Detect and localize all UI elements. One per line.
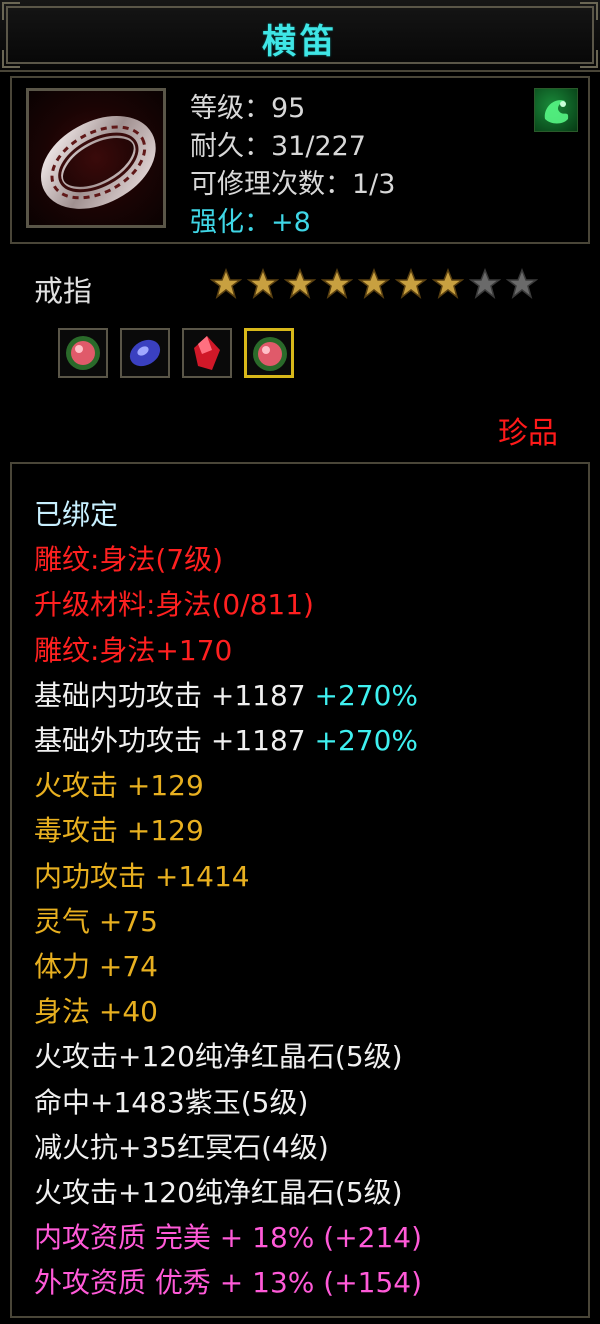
durability-stat: 耐久：31/227: [190, 131, 366, 162]
attribute-line: 体力 +74: [34, 944, 422, 989]
red-crystal-gem-icon[interactable]: [182, 328, 232, 378]
star-empty-icon: [506, 268, 538, 299]
attribute-text: 命中+1483紫玉(5级): [34, 1085, 309, 1119]
attribute-text: 减火抗+35红冥石(4级): [34, 1130, 329, 1164]
item-type: 戒指: [34, 274, 93, 308]
star-empty-icon: [469, 268, 501, 299]
attribute-text: 体力 +74: [34, 950, 158, 984]
item-stats: 等级：95 耐久：31/227 可修理次数：1/3 强化：+8: [190, 90, 395, 242]
attribute-text: 灵气 +75: [34, 904, 158, 938]
star-rating: [210, 268, 538, 300]
attribute-line: 火攻击+120纯净红晶石(5级): [34, 1034, 422, 1079]
silver-ring-icon: [26, 88, 166, 228]
attribute-line: 已绑定: [34, 492, 422, 537]
item-tooltip: 横笛 等级：95 耐久：31/227 可修理次数：1/3 强化：+8 戒指 珍品…: [0, 0, 600, 1324]
purple-jade-gem-icon[interactable]: [120, 328, 170, 378]
attribute-line: 雕纹:身法+170: [34, 628, 422, 673]
star-filled-icon: [432, 268, 464, 299]
attribute-text: 火攻击+120纯净红晶石(5级): [34, 1176, 403, 1210]
star-filled-icon: [247, 268, 279, 299]
attribute-text: 火攻击+120纯净红晶石(5级): [34, 1040, 403, 1074]
attribute-bonus-percent: +270%: [305, 678, 419, 712]
attribute-line: 基础外功攻击 +1187 +270%: [34, 718, 422, 763]
red-green-gem-icon[interactable]: [244, 328, 294, 378]
repair-count-stat: 可修理次数：1/3: [190, 169, 396, 200]
attribute-text: 基础内功攻击 +1187: [34, 678, 306, 712]
attribute-text: 基础外功攻击 +1187: [34, 724, 306, 758]
attribute-text: 内攻资质 完美 + 18% (+214): [34, 1221, 423, 1255]
attribute-line: 灵气 +75: [34, 899, 422, 944]
attribute-text: 毒攻击 +129: [34, 814, 204, 848]
attribute-text: 已绑定: [34, 498, 119, 531]
star-filled-icon: [284, 268, 316, 299]
attribute-text: 雕纹:身法(7级): [34, 543, 224, 577]
attribute-line: 雕纹:身法(7级): [34, 537, 422, 582]
attribute-line: 基础内功攻击 +1187 +270%: [34, 673, 422, 718]
attribute-line: 升级材料:身法(0/811): [34, 582, 422, 627]
attribute-line: 身法 +40: [34, 989, 422, 1034]
attribute-bonus-percent: +270%: [305, 724, 419, 758]
attribute-text: 火攻击 +129: [34, 769, 204, 803]
attribute-line: 内攻资质 完美 + 18% (+214): [34, 1215, 422, 1260]
green-dragon-emblem-icon: [534, 88, 578, 132]
attribute-line: 命中+1483紫玉(5级): [34, 1080, 422, 1125]
title-bar: 横笛: [0, 0, 600, 72]
level-stat: 等级：95: [190, 93, 306, 124]
attribute-text: 外攻资质 优秀 + 13% (+154): [34, 1266, 423, 1300]
attribute-text: 升级材料:身法(0/811): [34, 588, 314, 622]
attribute-text: 雕纹:身法+170: [34, 633, 233, 667]
attribute-line: 毒攻击 +129: [34, 808, 422, 853]
attribute-text: 内功攻击 +1414: [34, 859, 250, 893]
attribute-line: 减火抗+35红冥石(4级): [34, 1125, 422, 1170]
attribute-line: 内功攻击 +1414: [34, 854, 422, 899]
item-summary-panel: 等级：95 耐久：31/227 可修理次数：1/3 强化：+8: [10, 76, 590, 244]
gem-sockets: [58, 328, 294, 378]
attribute-list: 已绑定雕纹:身法(7级) 升级材料:身法(0/811) 雕纹:身法+170 基础内功攻…: [34, 492, 422, 1306]
rarity-label: 珍品: [498, 416, 558, 451]
attribute-line: 火攻击+120纯净红晶石(5级): [34, 1170, 422, 1215]
attribute-text: 身法 +40: [34, 995, 158, 1029]
star-filled-icon: [395, 268, 427, 299]
red-green-gem-icon[interactable]: [58, 328, 108, 378]
star-filled-icon: [210, 268, 242, 299]
star-filled-icon: [321, 268, 353, 299]
star-filled-icon: [358, 268, 390, 299]
enhance-stat: 强化：+8: [190, 207, 311, 238]
attribute-line: 外攻资质 优秀 + 13% (+154): [34, 1260, 422, 1305]
item-title: 横笛: [262, 22, 338, 62]
attribute-line: 火攻击 +129: [34, 763, 422, 808]
